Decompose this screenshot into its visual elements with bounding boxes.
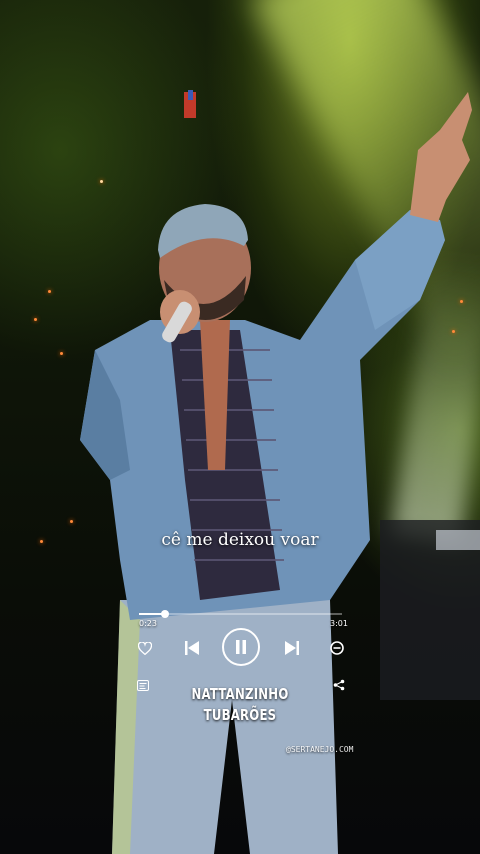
duration-time: 3:01 — [330, 619, 348, 628]
artist-name: NATTANZINHO — [191, 685, 289, 703]
pause-button[interactable] — [222, 628, 260, 666]
video-frame: cê me deixou voar 0:23 3:01 NATTANZINHO … — [0, 0, 480, 854]
remove-button[interactable] — [329, 640, 345, 656]
elapsed-time: 0:23 — [139, 619, 157, 628]
song-title: TUBARÕES — [203, 706, 277, 724]
previous-button[interactable] — [183, 640, 201, 656]
pause-icon — [236, 640, 246, 654]
watermark-handle: @SERTANEJO.COM — [286, 745, 354, 754]
progress-bar[interactable] — [139, 610, 342, 618]
lyric-line: cê me deixou voar — [161, 530, 319, 550]
skip-previous-icon — [185, 641, 199, 655]
minus-circle-icon — [330, 641, 344, 655]
like-button[interactable] — [137, 640, 153, 656]
heart-icon — [138, 641, 152, 655]
skip-next-icon — [285, 641, 299, 655]
next-button[interactable] — [283, 640, 301, 656]
performer-image — [0, 0, 480, 854]
